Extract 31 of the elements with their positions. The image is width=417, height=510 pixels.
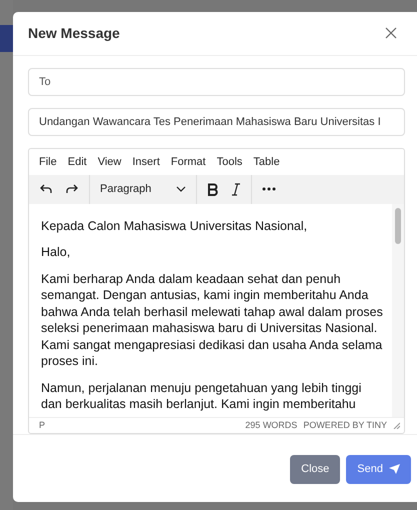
dialog-title: New Message bbox=[28, 25, 121, 42]
menu-item[interactable]: Format bbox=[170, 156, 206, 168]
body-paragraph: Kami berharap Anda dalam keadaan sehat dan penuh semangat. Dengan antusias, kami ingin memberitahu Anda bahwa Anda telah berhasil melewati tahap awal dalam proses seleksi penerimaan mahasiswa baru di Universitas Nasional. Kami sangat mengapresiasi dedikasi dan usaha Anda selama proses ini. bbox=[41, 270, 384, 370]
body-paragraph: Halo, bbox=[41, 244, 72, 261]
redo-icon[interactable] bbox=[65, 183, 79, 196]
body-paragraph: Namun, perjalanan menuju pengetahuan yang lebih tinggi dan berkualitas masih berlanjut. Kami ingin memberitahu bbox=[41, 380, 362, 413]
send-button[interactable]: Send bbox=[346, 454, 411, 484]
bold-icon[interactable] bbox=[207, 182, 219, 196]
menu-item[interactable]: Table bbox=[253, 156, 280, 168]
menu-item[interactable]: View bbox=[98, 156, 122, 168]
chevron-down-icon bbox=[176, 186, 186, 192]
to-field[interactable]: To bbox=[28, 68, 405, 96]
body-paragraph: Kepada Calon Mahasiswa Universitas Nasional, bbox=[41, 218, 308, 234]
more-icon[interactable] bbox=[262, 187, 276, 192]
italic-icon[interactable] bbox=[231, 182, 241, 196]
subject-field[interactable]: Undangan Wawancara Tes Penerimaan Mahasiswa Baru Universitas I bbox=[28, 108, 405, 136]
word-count: 295 WORDS bbox=[245, 420, 298, 430]
send-icon bbox=[389, 464, 400, 474]
menu-item[interactable]: File bbox=[39, 156, 57, 168]
scrollbar[interactable] bbox=[392, 204, 404, 417]
resize-handle-icon[interactable] bbox=[393, 422, 400, 429]
menu-item[interactable]: Edit bbox=[68, 156, 87, 168]
branding-link[interactable]: POWERED BY TINY bbox=[303, 420, 387, 430]
element-path: P bbox=[39, 420, 46, 430]
navbar bbox=[0, 25, 13, 52]
block-format-dropdown[interactable]: Paragraph bbox=[90, 174, 197, 204]
menu-item[interactable]: Insert bbox=[132, 156, 160, 168]
menu-item[interactable]: Tools bbox=[216, 156, 242, 168]
undo-icon[interactable] bbox=[39, 183, 53, 196]
close-icon[interactable] bbox=[385, 27, 397, 40]
close-button[interactable]: Close bbox=[290, 454, 340, 484]
